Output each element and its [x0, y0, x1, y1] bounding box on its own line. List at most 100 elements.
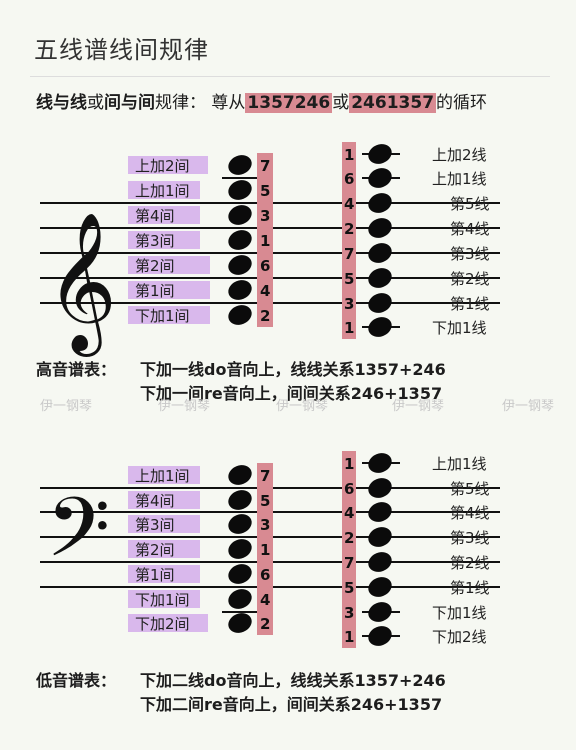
treble-space-label: 上加1间 — [135, 182, 190, 200]
bass-space-note — [228, 564, 252, 584]
bass-line-note — [368, 602, 392, 622]
bass-line-label: 第3线 — [450, 529, 490, 547]
treble-space-note — [228, 255, 252, 275]
treble-space-note — [228, 205, 252, 225]
bass-line-label: 第2线 — [450, 554, 490, 572]
bass-space-label: 第4间 — [135, 492, 175, 510]
treble-desc-label: 高音谱表： — [36, 360, 117, 379]
bass-space-note — [228, 589, 252, 609]
bass-line-number: 1 — [344, 455, 354, 473]
watermark-1: 伊一钢琴 — [40, 399, 93, 414]
treble-line-label: 下加1线 — [432, 319, 487, 337]
bass-space-number: 1 — [260, 541, 270, 559]
bass-line-label: 上加1线 — [432, 455, 487, 473]
bass-space-number: 7 — [260, 467, 270, 485]
bass-line-label: 下加2线 — [432, 628, 487, 646]
treble-line-note — [368, 168, 392, 188]
watermark-3: 伊一钢琴 — [276, 399, 329, 414]
bass-line-label: 第1线 — [450, 579, 490, 597]
treble-space-note — [228, 230, 252, 250]
bass-line-number: 6 — [344, 480, 354, 498]
bass-space-note — [228, 613, 252, 633]
bass-line-number: 1 — [344, 628, 354, 646]
bass-line-number: 3 — [344, 604, 354, 622]
treble-line-number: 6 — [344, 170, 354, 188]
bass-line-note — [368, 527, 392, 547]
bass-line-number: 4 — [344, 504, 354, 522]
treble-line-note — [368, 317, 392, 337]
bass-space-note — [228, 539, 252, 559]
treble-line-label: 第4线 — [450, 220, 490, 238]
treble-space-number: 4 — [260, 282, 270, 300]
bass-line-label: 第4线 — [450, 504, 490, 522]
bass-line-label: 下加1线 — [432, 604, 487, 622]
bass-space-note — [228, 465, 252, 485]
treble-line-label: 上加2线 — [432, 146, 487, 164]
treble-space-label: 第2间 — [135, 257, 175, 275]
treble-line-number: 1 — [344, 146, 354, 164]
treble-space-note — [228, 155, 252, 175]
bass-desc-line2: 下加二间re音向上，间间关系246+1357 — [140, 695, 443, 714]
bass-space-label: 下加1间 — [135, 591, 190, 609]
watermark-4: 伊一钢琴 — [392, 399, 445, 414]
bass-space-number: 2 — [260, 615, 270, 633]
treble-line-number: 7 — [344, 245, 354, 263]
treble-space-label: 下加1间 — [135, 307, 190, 325]
treble-line-number: 5 — [344, 270, 354, 288]
bass-line-note — [368, 552, 392, 572]
bass-line-note — [368, 577, 392, 597]
bass-line-number: 7 — [344, 554, 354, 572]
treble-line-note — [368, 243, 392, 263]
watermark-5: 伊一钢琴 — [502, 399, 555, 414]
treble-line-note — [368, 193, 392, 213]
treble-space-number: 6 — [260, 257, 270, 275]
treble-space-label: 第4间 — [135, 207, 175, 225]
treble-space-note — [228, 280, 252, 300]
treble-line-label: 上加1线 — [432, 170, 487, 188]
bass-line-number: 5 — [344, 579, 354, 597]
treble-space-note — [228, 305, 252, 325]
bass-line-label: 第5线 — [450, 480, 490, 498]
treble-line-note — [368, 218, 392, 238]
treble-line-label: 第2线 — [450, 270, 490, 288]
treble-space-number: 2 — [260, 307, 270, 325]
treble-space-note — [228, 180, 252, 200]
bass-desc-label: 低音谱表： — [36, 671, 117, 690]
bass-line-number: 2 — [344, 529, 354, 547]
treble-line-note — [368, 293, 392, 313]
treble-space-number: 1 — [260, 232, 270, 250]
treble-line-label: 第5线 — [450, 195, 490, 213]
bass-line-note — [368, 453, 392, 473]
bass-space-label: 下加2间 — [135, 615, 190, 633]
treble-line-note — [368, 268, 392, 288]
bass-space-label: 第3间 — [135, 516, 175, 534]
treble-space-number: 5 — [260, 182, 270, 200]
treble-line-number: 1 — [344, 319, 354, 337]
bass-space-label: 第2间 — [135, 541, 175, 559]
bass-space-note — [228, 514, 252, 534]
treble-space-label: 上加2间 — [135, 157, 190, 175]
treble-space-label: 第3间 — [135, 232, 175, 250]
treble-clef-icon: 𝄞 — [46, 212, 117, 357]
bass-space-number: 3 — [260, 516, 270, 534]
treble-space-number: 7 — [260, 157, 270, 175]
bass-line-note — [368, 626, 392, 646]
treble-line-label: 第1线 — [450, 295, 490, 313]
bass-space-number: 6 — [260, 566, 270, 584]
bass-line-note — [368, 502, 392, 522]
bass-clef-icon: 𝄢 — [46, 479, 110, 596]
bass-line-note — [368, 478, 392, 498]
bass-space-number: 5 — [260, 492, 270, 510]
treble-line-number: 4 — [344, 195, 354, 213]
treble-desc-line1: 下加一线do音向上，线线关系1357+246 — [140, 360, 446, 379]
treble-line-note — [368, 144, 392, 164]
bass-space-label: 上加1间 — [135, 467, 190, 485]
bass-space-note — [228, 490, 252, 510]
bass-space-number: 4 — [260, 591, 270, 609]
treble-space-number: 3 — [260, 207, 270, 225]
treble-line-number: 3 — [344, 295, 354, 313]
bass-space-label: 第1间 — [135, 566, 175, 584]
treble-line-number: 2 — [344, 220, 354, 238]
treble-space-label: 第1间 — [135, 282, 175, 300]
bass-desc-line1: 下加二线do音向上，线线关系1357+246 — [140, 671, 446, 690]
